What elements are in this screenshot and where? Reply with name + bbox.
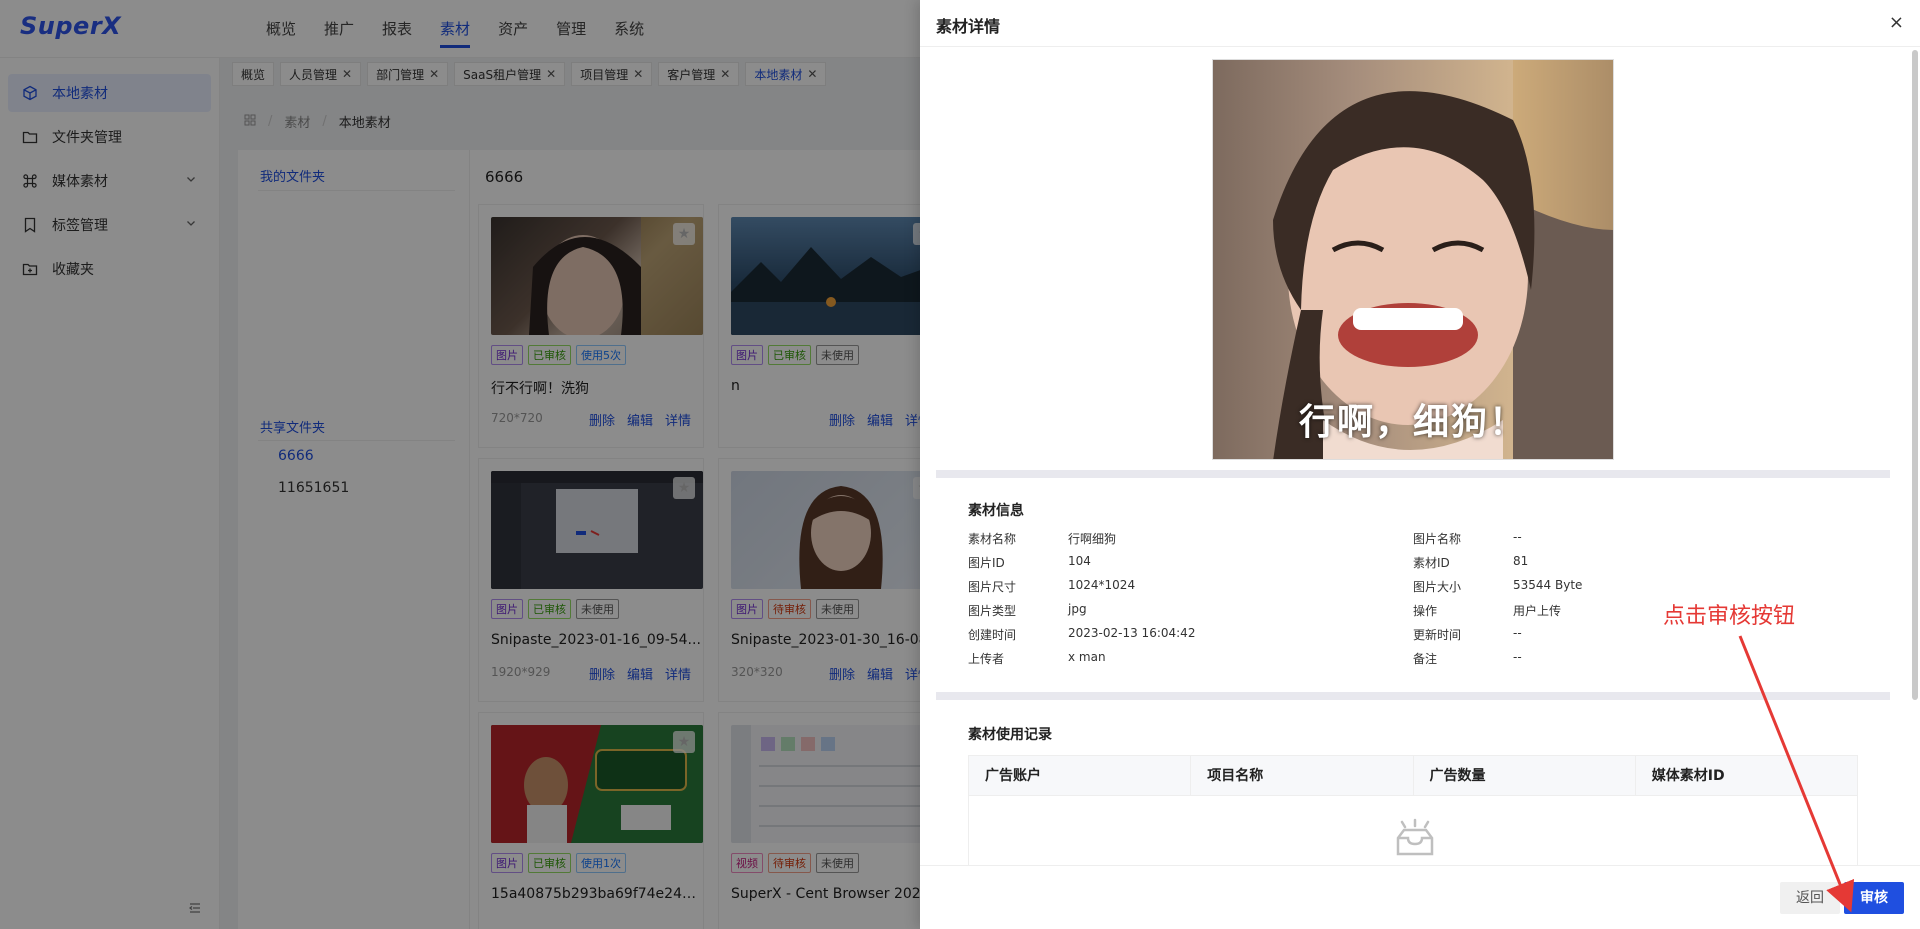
table-header: 广告账户 项目名称 广告数量 媒体素材ID (969, 756, 1857, 796)
info-value: -- (1513, 530, 1522, 544)
info-value: jpg (1068, 602, 1087, 616)
info-row: 图片名称 -- (1413, 530, 1522, 547)
info-key: 图片类型 (968, 604, 1017, 618)
info-key: 图片尺寸 (968, 580, 1017, 594)
info-key: 备注 (1413, 652, 1438, 666)
info-key: 创建时间 (968, 628, 1017, 642)
info-key: 素材ID (1413, 556, 1450, 570)
modal-overlay[interactable] (0, 0, 920, 929)
info-row: 图片类型 jpg (968, 602, 1087, 619)
preview-caption: 行啊，细狗！ (1298, 402, 1527, 443)
info-row: 上传者 x man (968, 650, 1106, 667)
material-preview-image: 行啊，细狗！ (1212, 59, 1614, 460)
info-row: 素材ID 81 (1413, 554, 1528, 571)
info-key: 更新时间 (1413, 628, 1462, 642)
info-value: 1024*1024 (1068, 578, 1136, 592)
info-key: 操作 (1413, 604, 1438, 618)
column-header: 广告数量 (1414, 756, 1636, 795)
info-row: 操作 用户上传 (1413, 602, 1561, 619)
info-value: 81 (1513, 554, 1529, 568)
table-body (969, 796, 1857, 876)
column-header: 项目名称 (1191, 756, 1414, 795)
info-row: 备注 -- (1413, 650, 1522, 667)
info-value: 104 (1068, 554, 1091, 568)
info-key: 上传者 (968, 652, 1005, 666)
info-value: -- (1513, 626, 1522, 640)
info-value: 53544 Byte (1513, 578, 1583, 592)
empty-inbox-icon (1394, 818, 1436, 862)
info-row: 更新时间 -- (1413, 626, 1522, 643)
info-row: 素材名称 行啊细狗 (968, 530, 1116, 547)
drawer-header: 素材详情 × (920, 0, 1920, 47)
column-header: 广告账户 (969, 756, 1192, 795)
app-root: SuperX 概览 推广 报表 素材 资产 管理 系统 本地素材 文件夹管理 媒… (0, 0, 1920, 929)
annotation-arrow-icon (1738, 635, 1855, 913)
info-value: 2023-02-13 16:04:42 (1068, 626, 1196, 640)
scrollbar[interactable] (1912, 50, 1918, 700)
usage-section-title: 素材使用记录 (968, 727, 1052, 743)
annotation-text: 点击审核按钮 (1663, 604, 1796, 629)
info-key: 素材名称 (968, 532, 1017, 546)
info-row: 创建时间 2023-02-13 16:04:42 (968, 626, 1195, 643)
info-key: 图片名称 (1413, 532, 1462, 546)
info-value: 用户上传 (1513, 604, 1562, 618)
info-key: 图片ID (968, 556, 1005, 570)
info-row: 图片大小 53544 Byte (1413, 578, 1582, 595)
drawer-title: 素材详情 (936, 17, 1001, 36)
close-icon[interactable]: × (1889, 12, 1904, 33)
info-row: 图片尺寸 1024*1024 (968, 578, 1135, 595)
usage-table: 广告账户 项目名称 广告数量 媒体素材ID (968, 755, 1858, 877)
info-section-title: 素材信息 (968, 503, 1024, 519)
info-value: -- (1513, 650, 1522, 664)
divider (936, 470, 1890, 478)
info-row: 图片ID 104 (968, 554, 1091, 571)
info-value: x man (1068, 650, 1106, 664)
info-value: 行啊细狗 (1068, 532, 1117, 546)
info-key: 图片大小 (1413, 580, 1462, 594)
